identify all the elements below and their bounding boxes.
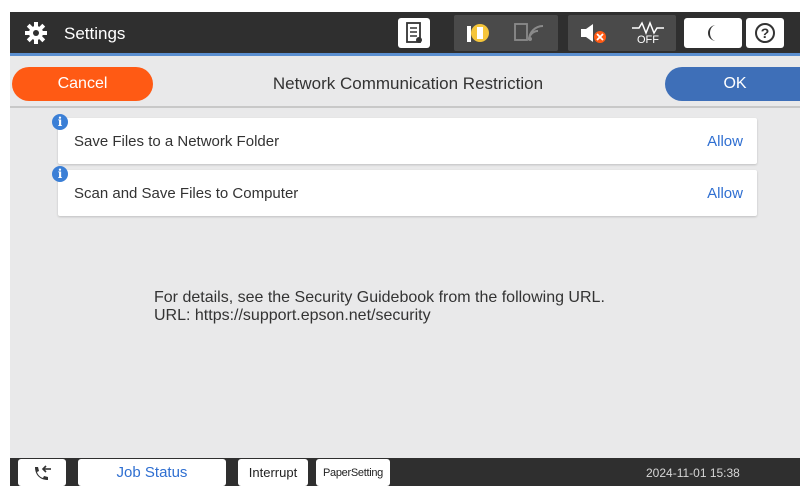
sleep-button[interactable] (684, 18, 742, 48)
datetime: 2024-11-01 15:38 (646, 466, 740, 480)
device-status[interactable]: OFF (568, 15, 676, 51)
document-icon (406, 22, 422, 43)
help-button[interactable]: ? (746, 18, 784, 48)
cancel-button[interactable]: Cancel (12, 67, 153, 101)
contacts-button[interactable] (18, 459, 66, 486)
gear-icon (25, 22, 47, 44)
phone-forward-icon (35, 464, 51, 480)
bottom-bar: Job Status Interrupt PaperSetting 2024-1… (10, 458, 800, 486)
network-off-label: OFF (637, 33, 659, 46)
interrupt-button[interactable]: Interrupt (238, 459, 308, 486)
help-icon: ? (755, 23, 775, 43)
job-status-button[interactable]: Job Status (78, 459, 226, 486)
moon-icon (708, 25, 716, 41)
network-off-icon: OFF (631, 20, 665, 46)
details-text: For details, see the Security Guidebook … (154, 289, 605, 325)
info-icon: i (52, 114, 68, 130)
top-bar: Settings OFF ? (10, 12, 800, 56)
page-title: Network Communication Restriction (272, 74, 544, 93)
info-icon: i (52, 166, 68, 182)
copy-wifi-icon (514, 23, 544, 41)
ok-button[interactable]: OK (665, 67, 800, 101)
volume-muted-icon (581, 24, 606, 43)
top-bar-accent (10, 53, 800, 56)
ink-icon (467, 24, 489, 42)
setting-scan-save-files-computer[interactable]: i Scan and Save Files to Computer Allow (52, 166, 757, 216)
supply-status[interactable] (454, 15, 558, 51)
details-line-2: URL: https://support.epson.net/security (154, 307, 431, 324)
paper-setting-button[interactable]: PaperSetting (316, 459, 390, 486)
settings-screen: Settings OFF ? Cancel Network Communicat… (10, 12, 800, 486)
setting-save-files-network-folder[interactable]: i Save Files to a Network Folder Allow (52, 114, 757, 164)
job-list-button[interactable] (398, 18, 430, 48)
help-label: ? (760, 25, 770, 41)
setting-value: Allow (707, 133, 743, 150)
setting-label: Save Files to a Network Folder (74, 133, 280, 150)
header-row: Cancel Network Communication Restriction… (10, 66, 800, 102)
details-line-1: For details, see the Security Guidebook … (154, 289, 605, 306)
setting-value: Allow (707, 185, 743, 202)
divider (10, 106, 800, 108)
setting-label: Scan and Save Files to Computer (74, 185, 299, 202)
app-title: Settings (64, 24, 126, 43)
